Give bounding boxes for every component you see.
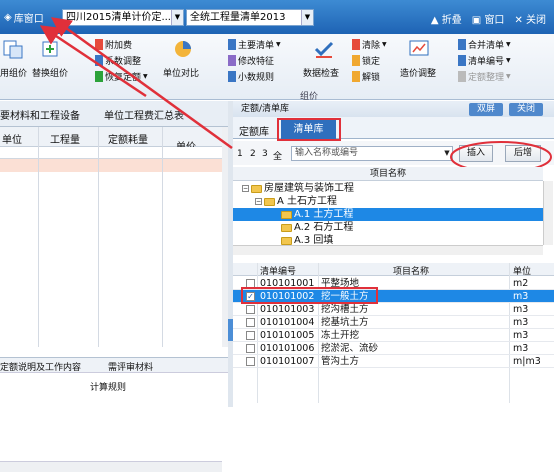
horizontal-scrollbar[interactable] (0, 461, 222, 472)
annotation-arrows (39, 17, 233, 150)
